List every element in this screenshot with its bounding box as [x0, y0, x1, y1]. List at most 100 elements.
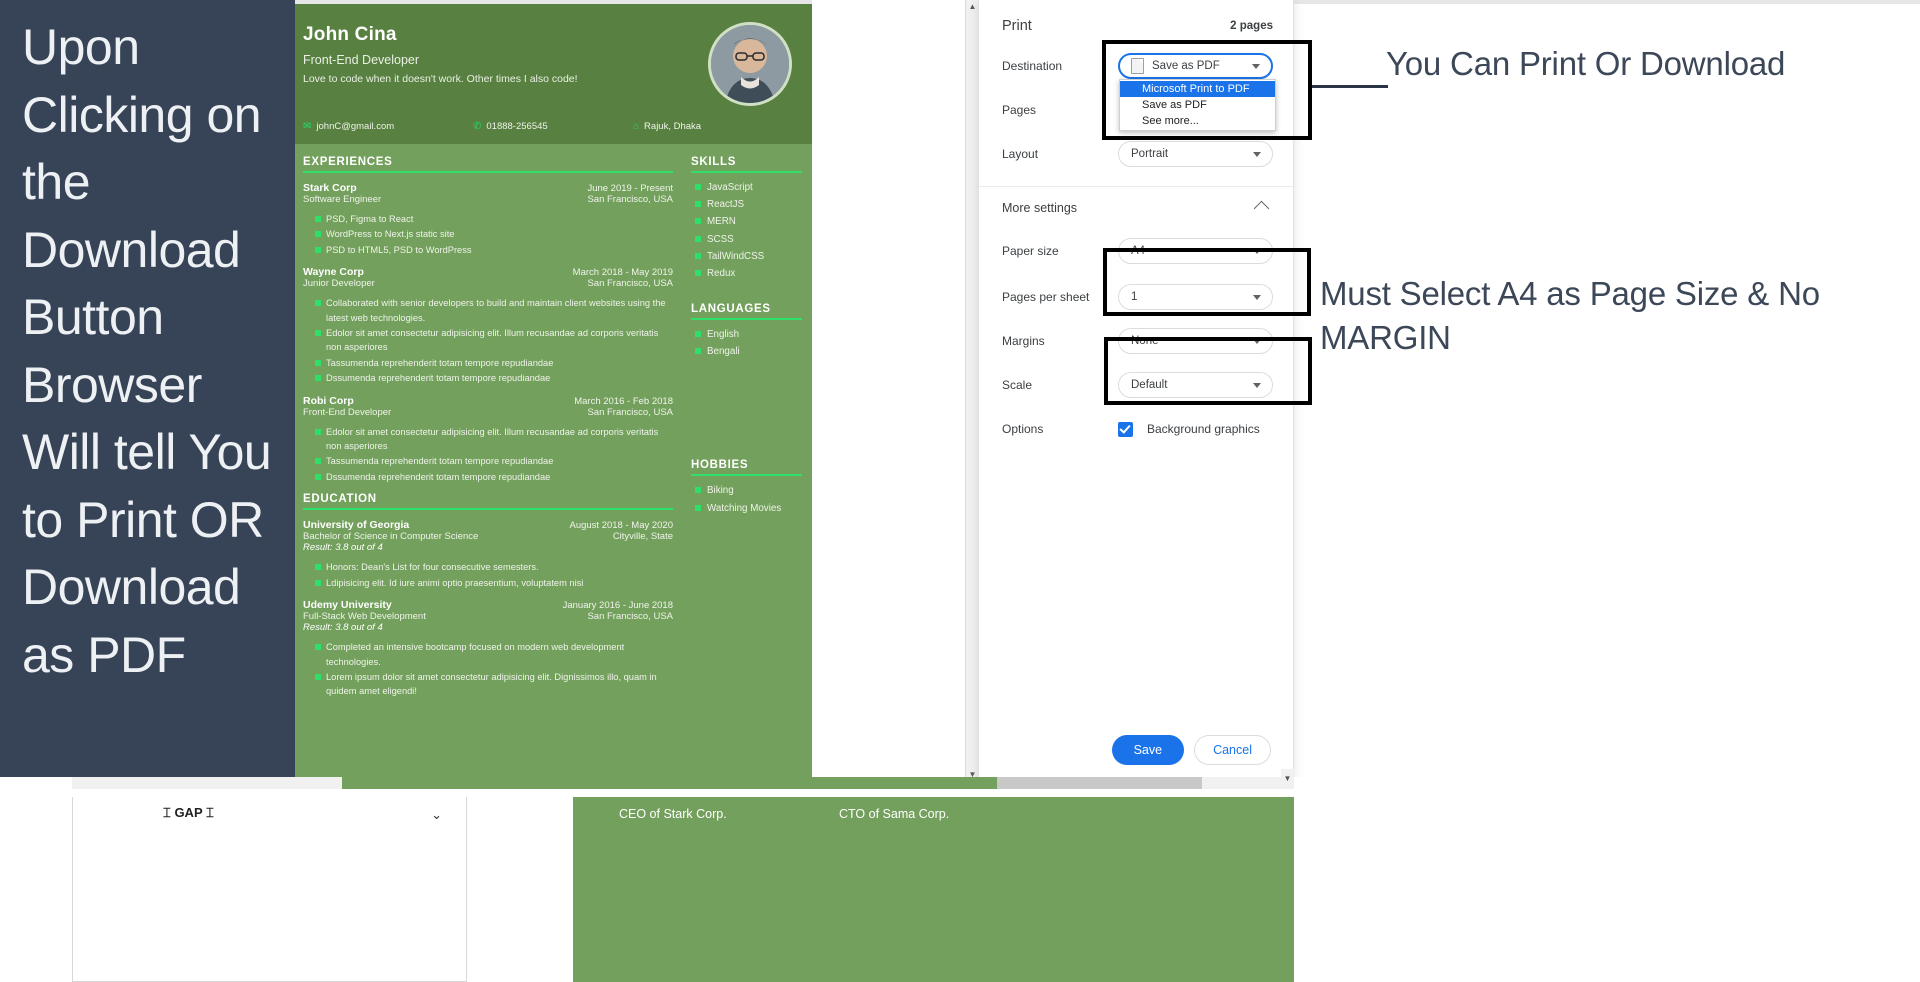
- skills-list: JavaScript ReactJS MERN SCSS TailWindCSS…: [695, 180, 802, 281]
- chevron-down-icon: [1253, 382, 1261, 388]
- bottom-scroll-arrow[interactable]: ▼: [1281, 769, 1294, 789]
- pages-per-sheet-select[interactable]: 1: [1118, 284, 1273, 310]
- list-item: Dssumenda reprehenderit totam tempore re…: [315, 371, 673, 385]
- right-annotation-1: You Can Print Or Download: [1386, 45, 1786, 82]
- list-item: JavaScript: [695, 180, 802, 195]
- destination-dropdown-menu[interactable]: Microsoft Print to PDF Save as PDF See m…: [1119, 79, 1276, 131]
- print-dialog-header: Print 2 pages: [979, 0, 1293, 44]
- scale-value: Default: [1131, 379, 1168, 391]
- experience-item: Robi Corp March 2016 - Feb 2018 Front-End…: [303, 395, 673, 485]
- experience-org: Robi Corp: [303, 394, 354, 407]
- list-item: Watching Movies: [695, 501, 802, 516]
- print-dialog-footer: Save Cancel: [979, 717, 1293, 781]
- list-item: Redux: [695, 266, 802, 281]
- list-item: PSD, Figma to React: [315, 212, 673, 226]
- experience-item: Wayne Corp March 2018 - May 2019 Junior D…: [303, 266, 673, 385]
- save-button[interactable]: Save: [1111, 734, 1185, 765]
- gap-label: ⌶ GAP ⌶: [163, 805, 214, 821]
- experience-bullets: Collaborated with senior developers to b…: [315, 296, 673, 385]
- education-bullets: Honors: Dean's List for four consecutive…: [315, 560, 673, 590]
- education-bullets: Completed an intensive bootcamp focused …: [315, 640, 673, 699]
- destination-row: Destination Save as PDF Microsoft Print …: [979, 44, 1293, 131]
- list-item: Honors: Dean's List for four consecutive…: [315, 560, 673, 574]
- margins-select[interactable]: None: [1118, 328, 1273, 354]
- gap-card[interactable]: ⌶ GAP ⌶ ⌄: [72, 797, 467, 982]
- education-location: San Francisco, USA: [587, 611, 673, 623]
- list-item: PSD to HTML5, PSD to WordPress: [315, 243, 673, 257]
- pages-per-sheet-row: Pages per sheet 1: [979, 275, 1293, 319]
- resume-side-column: SKILLS JavaScript ReactJS MERN SCSS Tail…: [683, 144, 812, 777]
- pages-label: Pages: [1002, 103, 1037, 117]
- experience-role: Front-End Developer: [303, 406, 392, 418]
- contact-location-text: Rajuk, Dhaka: [644, 121, 702, 132]
- dropdown-option-save-as-pdf[interactable]: Save as PDF: [1120, 97, 1275, 113]
- options-label: Options: [1002, 422, 1044, 436]
- education-result: Result: 3.8 out of 4: [303, 622, 383, 634]
- cancel-button[interactable]: Cancel: [1194, 734, 1271, 765]
- experience-location: San Francisco, USA: [587, 194, 673, 205]
- experience-org: Stark Corp: [303, 182, 357, 194]
- scale-select[interactable]: Default: [1118, 372, 1273, 398]
- right-annotation-2: Must Select A4 as Page Size & No MARGIN: [1320, 275, 1820, 356]
- experience-item: Stark Corp June 2019 - Present Software E…: [303, 182, 673, 257]
- section-heading-hobbies: HOBBIES: [691, 459, 802, 477]
- education-date: August 2018 - May 2020: [569, 520, 673, 532]
- resume-main-column: EXPERIENCES Stark Corp June 2019 - Presen…: [295, 144, 683, 777]
- education-date: January 2016 - June 2018: [562, 600, 673, 612]
- experience-role: Software Engineer: [303, 194, 382, 205]
- contact-phone: ✆ 01888-256545: [473, 121, 633, 132]
- contact-location: ⌂ Rajuk, Dhaka: [633, 121, 701, 132]
- home-icon: ⌂: [633, 120, 640, 132]
- horizontal-scrollbar[interactable]: [72, 777, 1294, 789]
- education-degree: Full-Stack Web Development: [303, 611, 426, 623]
- list-item: Bengali: [695, 344, 802, 359]
- section-heading-skills: SKILLS: [691, 156, 802, 173]
- contact-email-text: johnC@gmail.com: [316, 121, 395, 132]
- experience-date: June 2019 - Present: [587, 183, 673, 194]
- scrollbar-thumb-green[interactable]: [342, 777, 997, 789]
- destination-select[interactable]: Save as PDF: [1118, 53, 1273, 79]
- gap-icon-right: ⌶: [206, 805, 214, 820]
- section-heading-experiences: EXPERIENCES: [303, 156, 673, 173]
- hobbies-list: Biking Watching Movies: [695, 483, 802, 515]
- more-settings-toggle[interactable]: More settings: [979, 187, 1293, 227]
- list-item: SCSS: [695, 232, 802, 247]
- education-org: University of Georgia: [303, 519, 410, 532]
- preview-scrollbar[interactable]: ▲ ▼: [965, 0, 978, 782]
- contact-email: ✉ johnC@gmail.com: [303, 121, 473, 132]
- languages-block: LANGUAGES English Bengali: [691, 303, 802, 359]
- pages-count-label: 2 pages: [1230, 20, 1273, 32]
- avatar: [708, 22, 792, 106]
- experience-bullets: Edolor sit amet consectetur adipisicing …: [315, 425, 673, 485]
- layout-select[interactable]: Portrait: [1118, 141, 1273, 167]
- margins-label: Margins: [1002, 334, 1045, 348]
- experience-role: Junior Developer: [303, 278, 375, 290]
- dropdown-option-microsoft-print-to-pdf[interactable]: Microsoft Print to PDF: [1120, 81, 1275, 97]
- bottom-text-2: CTO of Sama Corp.: [839, 807, 950, 821]
- scrollbar-thumb-grey[interactable]: [997, 777, 1202, 789]
- chevron-down-icon: [1253, 294, 1261, 300]
- paper-size-value: A4: [1131, 245, 1146, 257]
- chevron-down-icon: [1253, 248, 1261, 254]
- list-item: Collaborated with senior developers to b…: [315, 296, 673, 325]
- paper-size-label: Paper size: [1002, 244, 1059, 258]
- background-graphics-checkbox[interactable]: [1118, 421, 1133, 437]
- education-location: Cityville, State: [612, 531, 673, 543]
- list-item: Tassumenda reprehenderit totam tempore r…: [315, 454, 673, 468]
- annotation-leader-line: [1312, 85, 1388, 88]
- section-heading-languages: LANGUAGES: [691, 303, 802, 321]
- gap-icon-left: ⌶: [163, 805, 171, 820]
- experience-org: Wayne Corp: [303, 266, 364, 279]
- layout-row: Layout Portrait: [979, 132, 1293, 176]
- list-item: MERN: [695, 214, 802, 229]
- experience-date: March 2018 - May 2019: [572, 267, 673, 279]
- list-item: Lorem ipsum dolor sit amet consectetur a…: [315, 670, 673, 699]
- paper-size-select[interactable]: A4: [1118, 238, 1273, 264]
- dropdown-option-see-more[interactable]: See more...: [1120, 113, 1275, 129]
- experience-bullets: PSD, Figma to React WordPress to Next.js…: [315, 212, 673, 257]
- gap-text: GAP: [174, 805, 203, 820]
- chevron-down-icon[interactable]: ⌄: [431, 807, 442, 823]
- resume-header: John Cina Front-End Developer Love to co…: [295, 4, 812, 144]
- contact-phone-text: 01888-256545: [486, 121, 548, 132]
- list-item: Biking: [695, 483, 802, 498]
